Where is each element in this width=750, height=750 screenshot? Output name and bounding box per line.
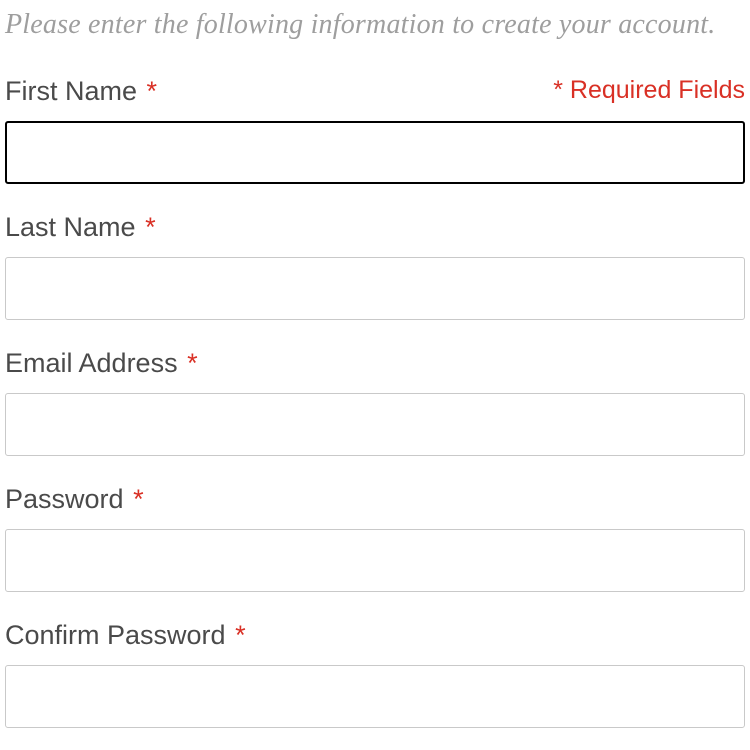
confirm-password-label-text: Confirm Password: [5, 620, 226, 650]
confirm-password-label: Confirm Password *: [5, 620, 745, 651]
email-label-text: Email Address: [5, 348, 178, 378]
required-asterisk: *: [147, 76, 158, 106]
required-asterisk: *: [187, 348, 198, 378]
password-label: Password *: [5, 484, 745, 515]
required-asterisk: *: [145, 212, 156, 242]
password-input[interactable]: [5, 529, 745, 592]
first-name-input[interactable]: [5, 121, 745, 184]
email-label: Email Address *: [5, 348, 745, 379]
field-password: Password *: [5, 484, 745, 592]
email-input[interactable]: [5, 393, 745, 456]
last-name-label-text: Last Name: [5, 212, 136, 242]
required-fields-note: * Required Fields: [553, 76, 745, 105]
field-last-name: Last Name *: [5, 212, 745, 320]
required-asterisk: *: [133, 484, 144, 514]
field-email: Email Address *: [5, 348, 745, 456]
field-confirm-password: Confirm Password *: [5, 620, 745, 728]
confirm-password-input[interactable]: [5, 665, 745, 728]
form-intro-text: Please enter the following information t…: [5, 5, 745, 46]
last-name-label: Last Name *: [5, 212, 745, 243]
last-name-input[interactable]: [5, 257, 745, 320]
required-asterisk: *: [235, 620, 246, 650]
form-container: * Required Fields First Name * Last Name…: [5, 76, 745, 728]
first-name-label-text: First Name: [5, 76, 137, 106]
password-label-text: Password: [5, 484, 124, 514]
